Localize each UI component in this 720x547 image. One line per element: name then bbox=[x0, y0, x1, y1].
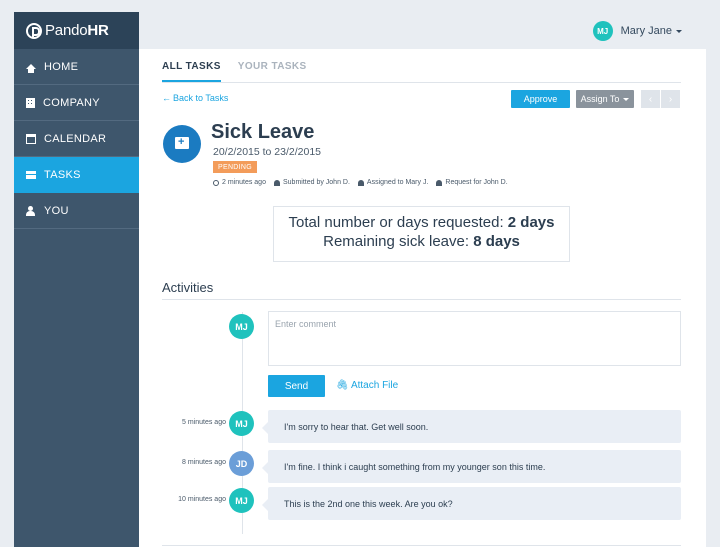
user-icon bbox=[436, 179, 443, 186]
meta-submitted-text: Submitted by John D. bbox=[282, 179, 350, 186]
chevron-down-icon bbox=[623, 97, 630, 101]
user-name: Mary Jane bbox=[620, 25, 672, 37]
comment-input[interactable]: Enter comment bbox=[268, 311, 681, 366]
user-icon bbox=[26, 205, 36, 216]
sidebar-item-label: TASKS bbox=[44, 168, 81, 181]
user-menu[interactable]: MJ Mary Jane bbox=[592, 21, 682, 41]
activities-title: Activities bbox=[162, 280, 214, 295]
sidebar-item-home[interactable]: HOME bbox=[14, 49, 139, 85]
activity-time: 8 minutes ago bbox=[182, 459, 226, 466]
sidebar: PandoHR HOME COMPANY CALENDAR TASKS YOU bbox=[14, 12, 139, 547]
back-to-tasks-link[interactable]: ← Back to Tasks bbox=[162, 93, 228, 103]
task-tabs: ALL TASKS YOUR TASKS bbox=[162, 52, 681, 83]
avatar: MJ bbox=[229, 314, 254, 339]
attach-file-label: Attach File bbox=[350, 380, 399, 391]
user-icon bbox=[273, 179, 280, 186]
arrow-left-icon: ← bbox=[162, 93, 171, 103]
home-icon bbox=[26, 64, 36, 73]
assign-to-label: Assign To bbox=[580, 94, 620, 104]
activity-time: 5 minutes ago bbox=[182, 419, 226, 426]
activity-item: 10 minutes ago MJ This is the 2nd one th… bbox=[139, 487, 681, 520]
chevron-down-icon bbox=[676, 29, 682, 33]
remaining-label: Remaining sick leave: bbox=[323, 233, 470, 250]
activity-message: I'm sorry to hear that. Get well soon. bbox=[262, 410, 681, 443]
attach-file-link[interactable]: 🖇 Attach File bbox=[336, 380, 398, 391]
meta-time-text: 2 minutes ago bbox=[222, 179, 266, 186]
meta-assigned-text: Assigned to Mary J. bbox=[366, 179, 429, 186]
total-days-label: Total number or days requested: bbox=[288, 214, 504, 231]
sidebar-item-tasks[interactable]: TASKS bbox=[14, 157, 139, 193]
calendar-icon bbox=[26, 133, 36, 144]
pando-logo-icon bbox=[26, 22, 42, 39]
chevron-left-icon: ‹ bbox=[648, 93, 653, 105]
task-dates: 20/2/2015 to 23/2/2015 bbox=[213, 146, 322, 158]
sidebar-item-calendar[interactable]: CALENDAR bbox=[14, 121, 139, 157]
sidebar-item-label: CALENDAR bbox=[44, 132, 107, 145]
meta-request-text: Request for John D. bbox=[445, 179, 508, 186]
user-icon bbox=[357, 179, 364, 186]
activity-item: 8 minutes ago JD I'm fine. I think i cau… bbox=[139, 450, 681, 483]
remaining-value: 8 days bbox=[473, 233, 520, 250]
main-content: MJ Mary Jane ALL TASKS YOUR TASKS ← Back … bbox=[139, 12, 706, 547]
tab-all-tasks[interactable]: ALL TASKS bbox=[162, 52, 221, 82]
activity-message: I'm fine. I think i caught something fro… bbox=[262, 450, 681, 483]
divider bbox=[162, 299, 681, 300]
task-meta: 2 minutes ago Submitted by John D. Assig… bbox=[213, 179, 508, 186]
approve-button[interactable]: Approve bbox=[511, 90, 570, 108]
back-link-label: Back to Tasks bbox=[173, 93, 229, 103]
avatar: MJ bbox=[592, 21, 613, 41]
next-task-button[interactable]: › bbox=[661, 90, 680, 108]
avatar: MJ bbox=[229, 488, 254, 513]
sidebar-item-label: YOU bbox=[44, 204, 69, 217]
task-title: Sick Leave bbox=[211, 121, 315, 143]
building-icon bbox=[26, 97, 35, 108]
activity-message: This is the 2nd one this week. Are you o… bbox=[262, 487, 681, 520]
avatar: MJ bbox=[229, 411, 254, 436]
sidebar-item-label: HOME bbox=[44, 60, 79, 73]
logo-text: PandoHR bbox=[45, 22, 109, 39]
tab-your-tasks[interactable]: YOUR TASKS bbox=[238, 52, 307, 82]
paperclip-icon: 🖇 bbox=[336, 380, 349, 391]
activity-item: 5 minutes ago MJ I'm sorry to hear that.… bbox=[139, 410, 681, 443]
meta-assigned-to: Assigned to Mary J. bbox=[357, 179, 429, 186]
assign-to-button[interactable]: Assign To bbox=[576, 90, 634, 108]
clock-icon bbox=[213, 179, 219, 186]
avatar: JD bbox=[229, 451, 254, 476]
meta-request-for: Request for John D. bbox=[436, 179, 508, 186]
remaining-line: Remaining sick leave: 8 days bbox=[274, 232, 569, 251]
divider bbox=[162, 545, 681, 546]
leave-summary: Total number or days requested: 2 days R… bbox=[273, 206, 570, 262]
sidebar-item-label: COMPANY bbox=[43, 96, 100, 109]
chevron-right-icon: › bbox=[668, 93, 673, 105]
activity-time: 10 minutes ago bbox=[178, 496, 226, 503]
logo[interactable]: PandoHR bbox=[14, 12, 139, 49]
status-badge: PENDING bbox=[213, 161, 257, 173]
tasks-icon bbox=[26, 170, 36, 179]
sidebar-item-you[interactable]: YOU bbox=[14, 193, 139, 229]
commenter-avatar-wrap: MJ bbox=[229, 314, 254, 339]
top-bar: MJ Mary Jane bbox=[139, 12, 706, 49]
total-days-value: 2 days bbox=[507, 214, 555, 231]
medical-kit-icon bbox=[163, 125, 201, 163]
total-days-line: Total number or days requested: 2 days bbox=[274, 213, 569, 232]
send-button[interactable]: Send bbox=[268, 375, 325, 397]
meta-time: 2 minutes ago bbox=[213, 179, 266, 186]
meta-submitted-by: Submitted by John D. bbox=[273, 179, 350, 186]
previous-task-button[interactable]: ‹ bbox=[641, 90, 660, 108]
sidebar-item-company[interactable]: COMPANY bbox=[14, 85, 139, 121]
app-window: PandoHR HOME COMPANY CALENDAR TASKS YOU … bbox=[14, 12, 706, 547]
